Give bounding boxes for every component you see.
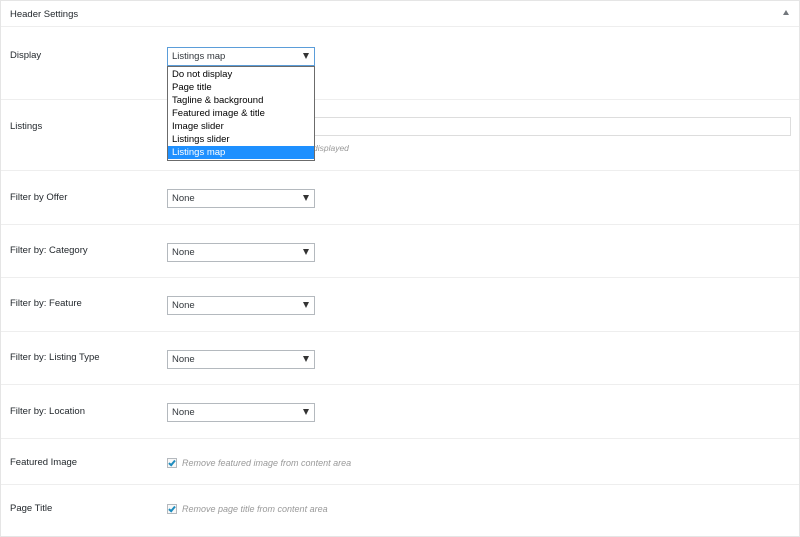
filter-listing-type-select[interactable]: None	[167, 350, 315, 369]
filter-offer-row: Filter by Offer None	[1, 171, 799, 225]
filter-location-select[interactable]: None	[167, 403, 315, 422]
filter-listing-type-label: Filter by: Listing Type	[10, 352, 100, 363]
panel-header[interactable]: Header Settings	[1, 1, 799, 27]
filter-feature-select[interactable]: None	[167, 296, 315, 315]
dropdown-arrow-icon	[303, 249, 309, 255]
display-row: Display Listings map	[1, 27, 799, 100]
display-dropdown-list: Do not display Page title Tagline & back…	[167, 66, 315, 161]
display-select-value: Listings map	[172, 51, 226, 62]
panel-title: Header Settings	[10, 9, 79, 20]
header-settings-panel: Header Settings Display Listings map Lis…	[0, 0, 800, 537]
filter-feature-value: None	[172, 300, 195, 311]
remove-featured-image-checkbox[interactable]	[167, 458, 177, 468]
dropdown-arrow-icon	[303, 195, 309, 201]
filter-feature-label: Filter by: Feature	[10, 298, 82, 309]
remove-featured-image-label[interactable]: Remove featured image from content area	[182, 458, 351, 468]
display-option[interactable]: Image slider	[168, 120, 314, 133]
display-select[interactable]: Listings map	[167, 47, 315, 66]
display-option-selected[interactable]: Listings map	[168, 146, 314, 159]
filter-offer-select[interactable]: None	[167, 189, 315, 208]
page-title-setting-label: Page Title	[10, 503, 53, 514]
dropdown-arrow-icon	[303, 53, 309, 59]
filter-category-select[interactable]: None	[167, 243, 315, 262]
dropdown-arrow-icon	[303, 302, 309, 308]
remove-page-title-checkbox[interactable]	[167, 504, 177, 514]
featured-image-row: Featured Image Remove featured image fro…	[1, 439, 799, 485]
filter-category-row: Filter by: Category None	[1, 225, 799, 278]
filter-listing-type-value: None	[172, 354, 195, 365]
display-option[interactable]: Listings slider	[168, 133, 314, 146]
display-option[interactable]: Tagline & background	[168, 94, 314, 107]
remove-page-title-label[interactable]: Remove page title from content area	[182, 504, 328, 514]
filter-listing-type-row: Filter by: Listing Type None	[1, 332, 799, 385]
featured-image-label: Featured Image	[10, 457, 78, 468]
filter-feature-row: Filter by: Feature None	[1, 278, 799, 332]
filter-category-value: None	[172, 247, 195, 258]
filter-location-row: Filter by: Location None	[1, 385, 799, 439]
collapse-arrow-icon[interactable]	[783, 10, 789, 15]
filter-location-value: None	[172, 407, 195, 418]
filter-category-label: Filter by: Category	[10, 245, 88, 256]
filter-offer-value: None	[172, 193, 195, 204]
display-option[interactable]: Featured image & title	[168, 107, 314, 120]
display-label: Display	[10, 50, 42, 61]
checkmark-icon	[168, 458, 176, 467]
checkmark-icon	[168, 504, 176, 513]
page-title-row: Page Title Remove page title from conten…	[1, 485, 799, 537]
listings-label: Listings	[10, 121, 43, 132]
dropdown-arrow-icon	[303, 356, 309, 362]
display-option[interactable]: Do not display	[168, 68, 314, 81]
display-option[interactable]: Page title	[168, 81, 314, 94]
filter-location-label: Filter by: Location	[10, 406, 85, 417]
filter-offer-label: Filter by Offer	[10, 192, 68, 203]
listings-hint: displayed	[313, 143, 349, 153]
dropdown-arrow-icon	[303, 409, 309, 415]
